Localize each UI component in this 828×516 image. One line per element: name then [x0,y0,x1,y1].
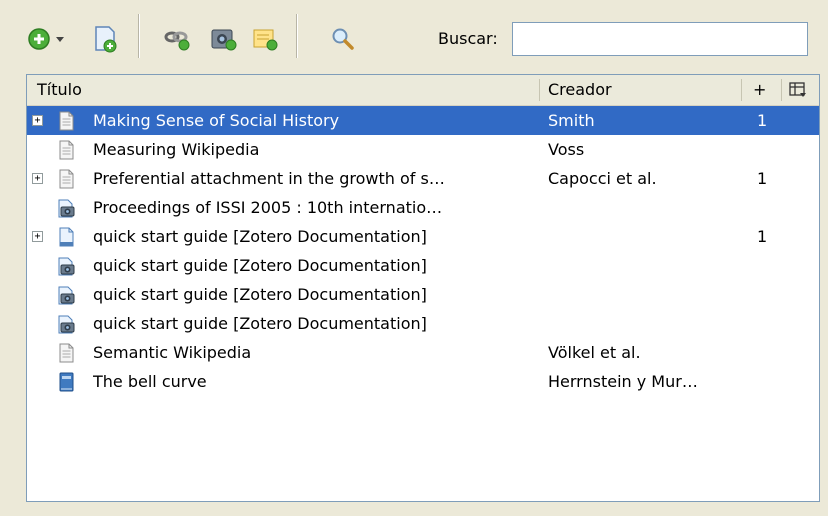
item-title: Semantic Wikipedia [93,343,252,362]
advanced-search-icon [332,28,354,50]
column-picker-button[interactable] [789,81,807,99]
new-note-icon [253,29,278,51]
item-title: Making Sense of Social History [93,111,340,130]
link-page-button[interactable] [160,22,194,56]
new-note-button[interactable] [248,22,282,56]
snapshot-icon [56,285,76,305]
item-title: quick start guide [Zotero Documentation] [93,256,427,275]
document-icon [56,169,76,189]
snapshot-icon [56,198,76,218]
table-row[interactable]: The bell curve Herrnstein y Mur… [27,367,819,396]
item-notes-count: 1 [757,169,768,188]
item-title: Preferential attachment in the growth of… [93,169,445,188]
snapshot-icon [56,256,76,276]
table-row[interactable]: Semantic Wikipedia Völkel et al. [27,338,819,367]
item-creator: Völkel et al. [548,343,641,362]
expand-toggle-icon[interactable]: + [32,115,43,126]
item-notes-count: 1 [757,111,768,130]
item-title: quick start guide [Zotero Documentation] [93,314,427,333]
document-icon [56,111,76,131]
new-item-from-page-button[interactable] [88,22,122,56]
book-icon [56,372,76,392]
dropdown-arrow-icon [56,37,64,42]
search-label: Buscar: [438,29,498,48]
item-creator: Voss [548,140,585,159]
column-picker-icon [789,82,806,97]
item-creator: Capocci et al. [548,169,657,188]
expand-toggle-icon[interactable]: + [32,173,43,184]
new-item-menu-button[interactable] [50,22,70,56]
table-row[interactable]: Measuring Wikipedia Voss [27,135,819,164]
item-creator: Herrnstein y Mur… [548,372,698,391]
item-title: Measuring Wikipedia [93,140,260,159]
expand-toggle-icon[interactable]: + [32,231,43,242]
table-row[interactable]: + Preferential attachment in the growth o… [27,164,819,193]
column-header-notes[interactable]: + [753,75,766,105]
webpage-icon [56,227,76,247]
items-list: + Making Sense of Social History Smith 1 Mea… [27,106,819,396]
document-icon [56,343,76,363]
snapshot-icon [56,314,76,334]
column-header-creator[interactable]: Creador [548,75,612,105]
table-row[interactable]: + quick start guide [Zotero Documentation… [27,222,819,251]
item-title: Proceedings of ISSI 2005 : 10th internat… [93,198,443,217]
table-row[interactable]: quick start guide [Zotero Documentation] [27,309,819,338]
snapshot-button[interactable] [206,22,240,56]
items-tree[interactable]: Título Creador + + Making Sense of Social… [26,74,820,502]
link-page-icon [164,31,190,51]
new-item-from-page-icon [95,26,117,53]
item-title: quick start guide [Zotero Documentation] [93,285,427,304]
document-icon [56,140,76,160]
item-title: quick start guide [Zotero Documentation] [93,227,427,246]
toolbar: Buscar: [0,0,828,80]
table-row[interactable]: Proceedings of ISSI 2005 : 10th internat… [27,193,819,222]
advanced-search-button[interactable] [326,22,360,56]
search-input[interactable] [512,22,808,56]
item-title: The bell curve [93,372,207,391]
column-header-row: Título Creador + [27,75,819,106]
new-item-icon [28,28,50,50]
item-creator: Smith [548,111,595,130]
column-header-title[interactable]: Título [37,75,82,105]
item-notes-count: 1 [757,227,768,246]
table-row[interactable]: quick start guide [Zotero Documentation] [27,251,819,280]
table-row[interactable]: + Making Sense of Social History Smith 1 [27,106,819,135]
table-row[interactable]: quick start guide [Zotero Documentation] [27,280,819,309]
snapshot-icon [211,29,237,51]
